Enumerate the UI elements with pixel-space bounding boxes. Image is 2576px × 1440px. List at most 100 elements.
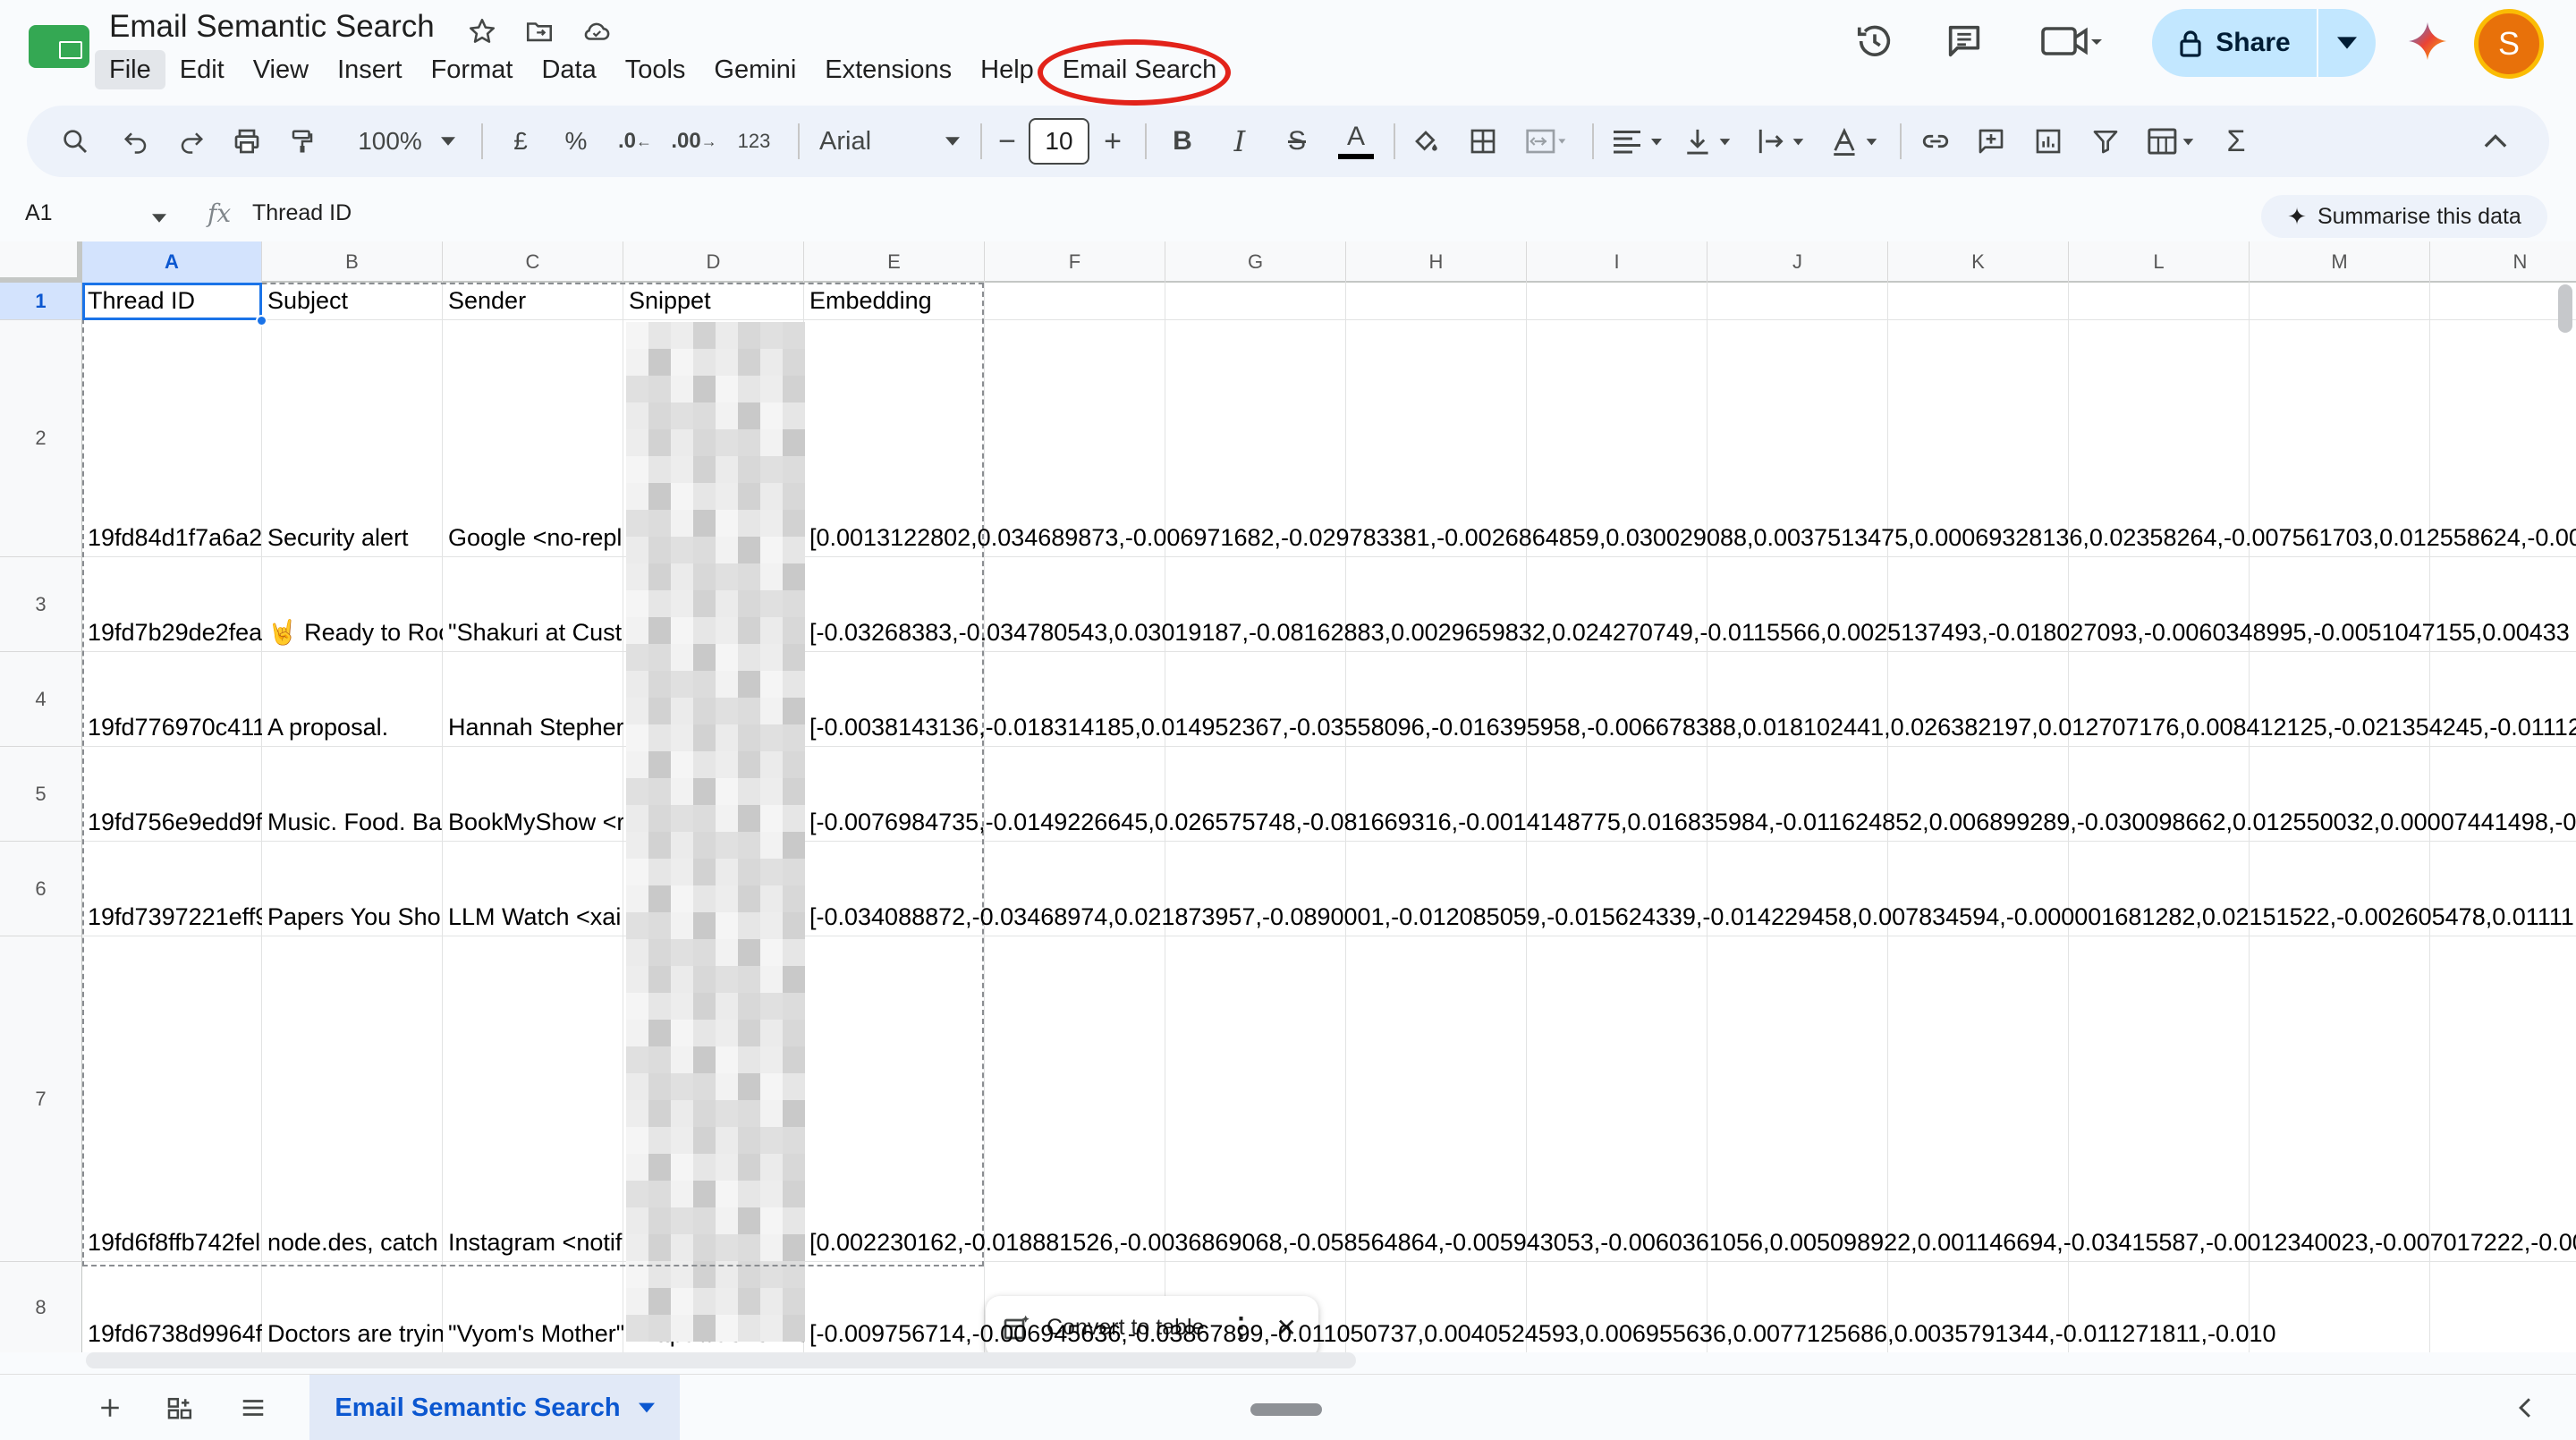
font-size-input[interactable]: 10 (1029, 118, 1089, 165)
menu-insert[interactable]: Insert (323, 50, 417, 89)
borders-icon[interactable] (1462, 106, 1504, 177)
row-header-7[interactable]: 7 (0, 936, 82, 1262)
meet-video-icon[interactable] (2036, 16, 2107, 66)
column-header-h[interactable]: H (1346, 241, 1527, 283)
version-history-icon[interactable] (1848, 16, 1902, 66)
cell-b1[interactable]: Subject (262, 282, 443, 319)
vertical-scrollbar[interactable] (2558, 284, 2572, 333)
cell-c7[interactable]: Instagram <notif (443, 1224, 623, 1261)
column-header-e[interactable]: E (804, 241, 985, 283)
sheet-list-icon[interactable] (231, 1385, 275, 1430)
cell-e2[interactable]: [0.0013122802,0.034689873,-0.006971682,-… (804, 519, 2576, 556)
cell-e1[interactable]: Embedding (804, 282, 985, 319)
gemini-sparkle-icon[interactable] (2402, 16, 2453, 66)
cell-c2[interactable]: Google <no-repl (443, 519, 623, 556)
cell-b3[interactable]: 🤘 Ready to Roc (262, 614, 443, 651)
column-header-i[interactable]: I (1527, 241, 1707, 283)
star-icon[interactable] (463, 13, 501, 50)
cell-c4[interactable]: Hannah Stepher (443, 708, 623, 746)
column-header-n[interactable]: N (2430, 241, 2576, 283)
menu-view[interactable]: View (239, 50, 323, 89)
menu-email-search[interactable]: Email Search (1037, 39, 1231, 106)
cell-a2[interactable]: 19fd84d1f7a6a2 (82, 519, 262, 556)
functions-icon[interactable]: Σ (2216, 106, 2256, 177)
row-header-8[interactable]: 8 (0, 1262, 82, 1352)
cell-a4[interactable]: 19fd776970c411 (82, 708, 262, 746)
share-dropdown-icon[interactable] (2318, 9, 2376, 77)
name-box[interactable]: A1 (25, 200, 53, 226)
comments-icon[interactable] (1937, 16, 1991, 66)
format-percent-button[interactable]: % (556, 106, 596, 177)
text-wrapping-icon[interactable] (1753, 106, 1812, 177)
user-avatar[interactable]: S (2474, 9, 2544, 79)
cell-e8[interactable]: [-0.009756714,-0.006945636,-0.03867899,-… (804, 1315, 2276, 1352)
fill-color-icon[interactable] (1404, 106, 1447, 177)
increase-decimal-button[interactable]: .00 → (669, 106, 719, 177)
column-header-m[interactable]: M (2250, 241, 2430, 283)
cell-b7[interactable]: node.des, catch (262, 1224, 443, 1261)
row-header-4[interactable]: 4 (0, 652, 82, 747)
cell-d1[interactable]: Snippet (623, 282, 804, 319)
text-color-icon[interactable]: A (1335, 106, 1377, 177)
italic-icon[interactable]: I (1220, 106, 1259, 177)
strikethrough-icon[interactable]: S (1277, 106, 1317, 177)
search-menus-icon[interactable] (54, 106, 97, 177)
bold-icon[interactable]: B (1163, 106, 1202, 177)
row-header-2[interactable]: 2 (0, 320, 82, 557)
name-box-dropdown-icon[interactable] (152, 211, 166, 227)
undo-icon[interactable] (114, 106, 157, 177)
column-header-f[interactable]: F (985, 241, 1165, 283)
number-format-button[interactable]: 123 (728, 106, 780, 177)
menu-help[interactable]: Help (966, 50, 1048, 89)
cell-c6[interactable]: LLM Watch <xai (443, 898, 623, 936)
cell-b6[interactable]: Papers You Sho (262, 898, 443, 936)
fill-handle[interactable] (256, 315, 267, 326)
insert-chart-icon[interactable] (2027, 106, 2070, 177)
cell-b4[interactable]: A proposal. (262, 708, 443, 746)
decrease-decimal-button[interactable]: .0 ← (610, 106, 660, 177)
text-rotation-icon[interactable] (1826, 106, 1885, 177)
cell-b5[interactable]: Music. Food. Ba (262, 803, 443, 841)
select-all-corner[interactable] (0, 241, 82, 283)
cell-e7[interactable]: [0.002230162,-0.018881526,-0.0036869068,… (804, 1224, 2576, 1261)
cloud-saved-icon[interactable] (578, 13, 615, 50)
filter-views-icon[interactable] (2141, 106, 2204, 177)
redo-icon[interactable] (170, 106, 213, 177)
share-main-button[interactable]: Share (2152, 9, 2318, 77)
insert-comment-icon[interactable] (1970, 106, 2012, 177)
print-icon[interactable] (225, 106, 268, 177)
add-sheet-icon[interactable] (88, 1385, 132, 1430)
cell-e3[interactable]: [-0.03268383,-0.034780543,0.03019187,-0.… (804, 614, 2570, 651)
move-folder-icon[interactable] (521, 13, 558, 50)
cell-e6[interactable]: [-0.034088872,-0.03468974,0.021873957,-0… (804, 898, 2574, 936)
cell-c8[interactable]: "Vyom's Mother" (443, 1315, 623, 1352)
column-header-k[interactable]: K (1888, 241, 2069, 283)
horizontal-align-icon[interactable] (1606, 106, 1669, 177)
column-header-l[interactable]: L (2069, 241, 2250, 283)
zoom-dropdown-icon[interactable] (435, 106, 462, 177)
format-currency-button[interactable]: £ (501, 106, 540, 177)
column-header-c[interactable]: C (443, 241, 623, 283)
row-header-5[interactable]: 5 (0, 747, 82, 842)
formula-input[interactable]: Thread ID (252, 200, 352, 226)
row-header-6[interactable]: 6 (0, 842, 82, 936)
font-family-dropdown-icon[interactable] (939, 106, 966, 177)
filter-icon[interactable] (2084, 106, 2127, 177)
collapse-side-panel-icon[interactable] (2503, 1385, 2547, 1430)
menu-format[interactable]: Format (417, 50, 528, 89)
column-header-a[interactable]: A (82, 241, 262, 283)
share-button[interactable]: Share (2152, 9, 2376, 77)
zoom-select[interactable]: 100% (345, 106, 435, 177)
cell-a3[interactable]: 19fd7b29de2fea (82, 614, 262, 651)
collapse-toolbar-icon[interactable] (2474, 106, 2517, 177)
cell-c3[interactable]: "Shakuri at Cust (443, 614, 623, 651)
cell-c1[interactable]: Sender (443, 282, 623, 319)
row-header-1[interactable]: 1 (0, 283, 82, 320)
menu-tools[interactable]: Tools (611, 50, 700, 89)
sheet-tab-dropdown-icon[interactable] (638, 1402, 655, 1413)
cell-b2[interactable]: Security alert (262, 519, 443, 556)
decrease-font-size-button[interactable]: − (989, 106, 1025, 177)
cell-a6[interactable]: 19fd7397221eff9 (82, 898, 262, 936)
menu-gemini[interactable]: Gemini (699, 50, 810, 89)
cell-b8[interactable]: Doctors are tryin (262, 1315, 443, 1352)
